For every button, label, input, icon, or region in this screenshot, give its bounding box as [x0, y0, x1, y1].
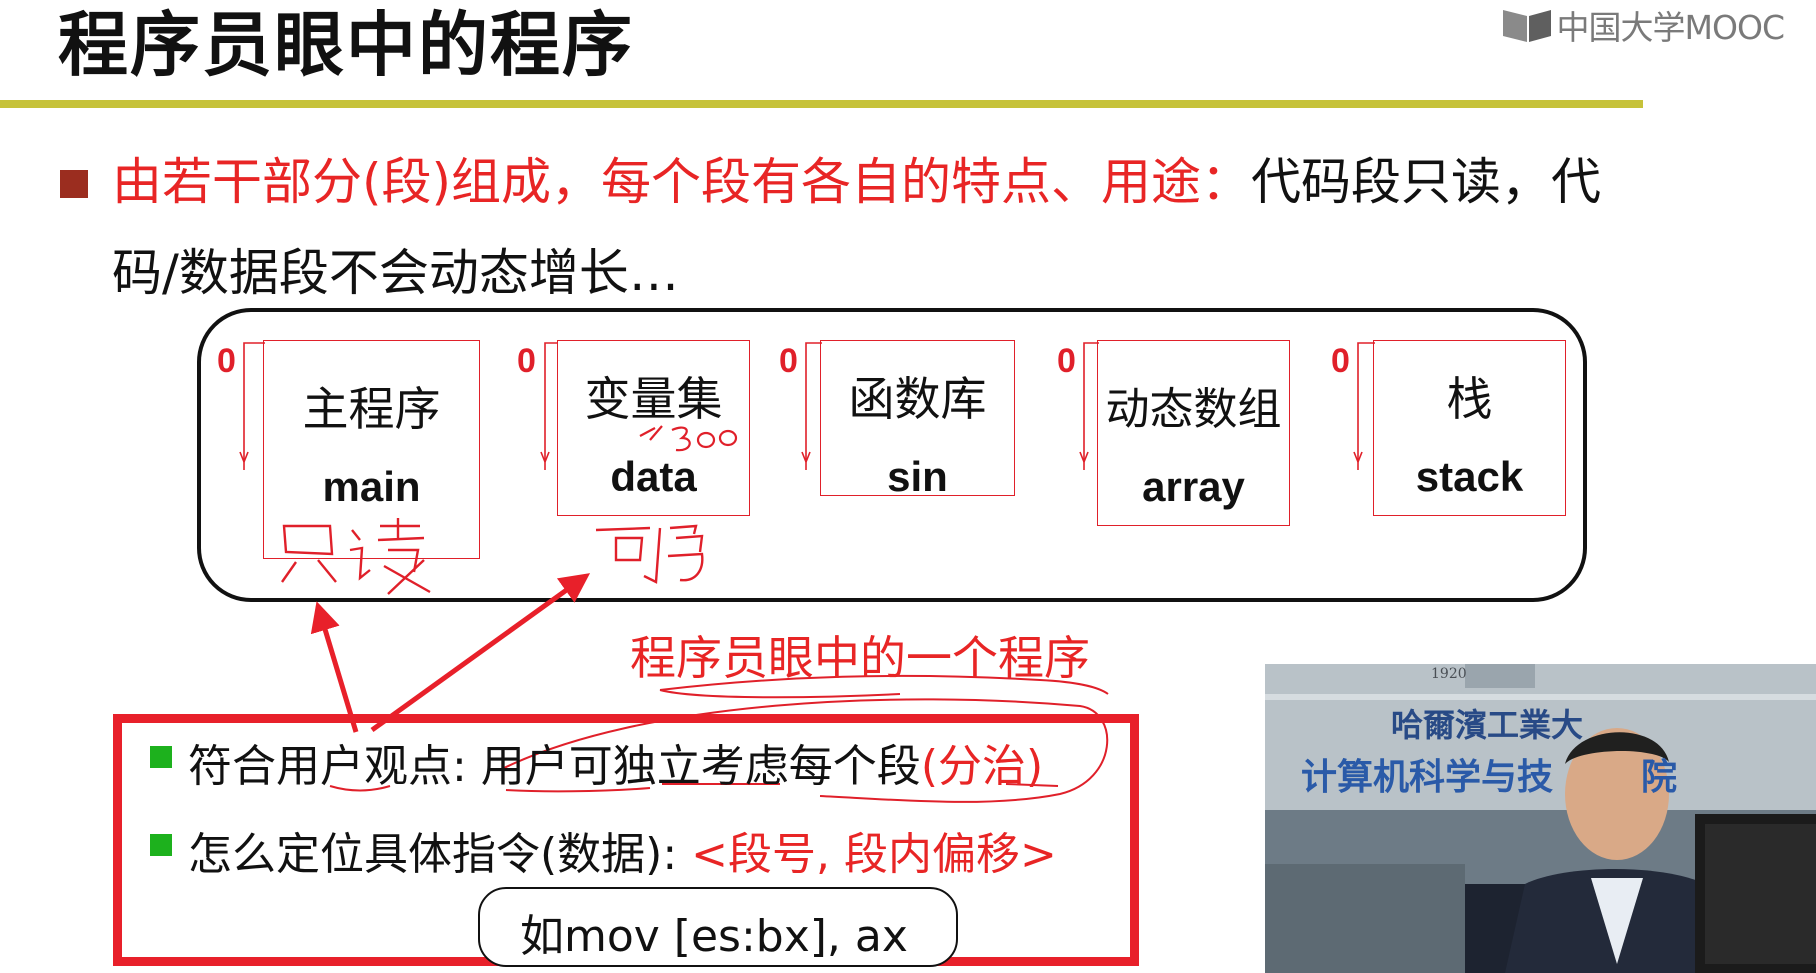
- segments-caption: 程序员眼中的一个程序: [630, 631, 1090, 685]
- lecturer-video: 1920 哈爾濱工業大 计算机科学与技 院: [1265, 664, 1816, 973]
- banner-university: 哈爾濱工業大: [1391, 706, 1584, 744]
- crest-year: 1920: [1431, 666, 1467, 682]
- offset-arrow-main: [243, 342, 265, 470]
- example-instruction: 如mov [es:bx], ax: [520, 911, 908, 962]
- sub-point-2: 怎么定位具体指令(数据): <段号, 段内偏移>: [188, 818, 1057, 882]
- banner-school: 计算机科学与技 院: [1301, 748, 1677, 800]
- arrow-to-data: [370, 573, 591, 733]
- handwritten-writable-note: [595, 524, 704, 584]
- offset-arrow-sin: [805, 342, 822, 470]
- sub-point-1-highlight: (分治): [920, 741, 1044, 792]
- banner-school-suffix: 院: [1641, 757, 1678, 798]
- banner-school-text: 计算机科学与技: [1301, 757, 1554, 798]
- sub-point-2-highlight: <段号, 段内偏移>: [691, 829, 1057, 880]
- offset-arrow-stack: [1357, 342, 1375, 470]
- monitor-icon: [1695, 814, 1816, 973]
- sub-point-1: 符合用户观点: 用户可独立考虑每个段(分治): [188, 730, 1043, 794]
- sub-point-1-text: 符合用户观点: 用户可独立考虑每个段: [188, 741, 921, 792]
- offset-arrow-data: [544, 342, 558, 470]
- sub-point-2-text: 怎么定位具体指令(数据):: [188, 829, 692, 880]
- handwritten-readonly-note: [281, 518, 431, 595]
- sub-bullet-marker: [150, 746, 172, 768]
- offset-arrows: [239, 342, 1375, 470]
- sub-bullet-marker: [150, 834, 172, 856]
- pointer-arrows: [310, 573, 591, 733]
- handwritten-size-note: [639, 425, 738, 452]
- offset-arrow-array: [1083, 342, 1099, 470]
